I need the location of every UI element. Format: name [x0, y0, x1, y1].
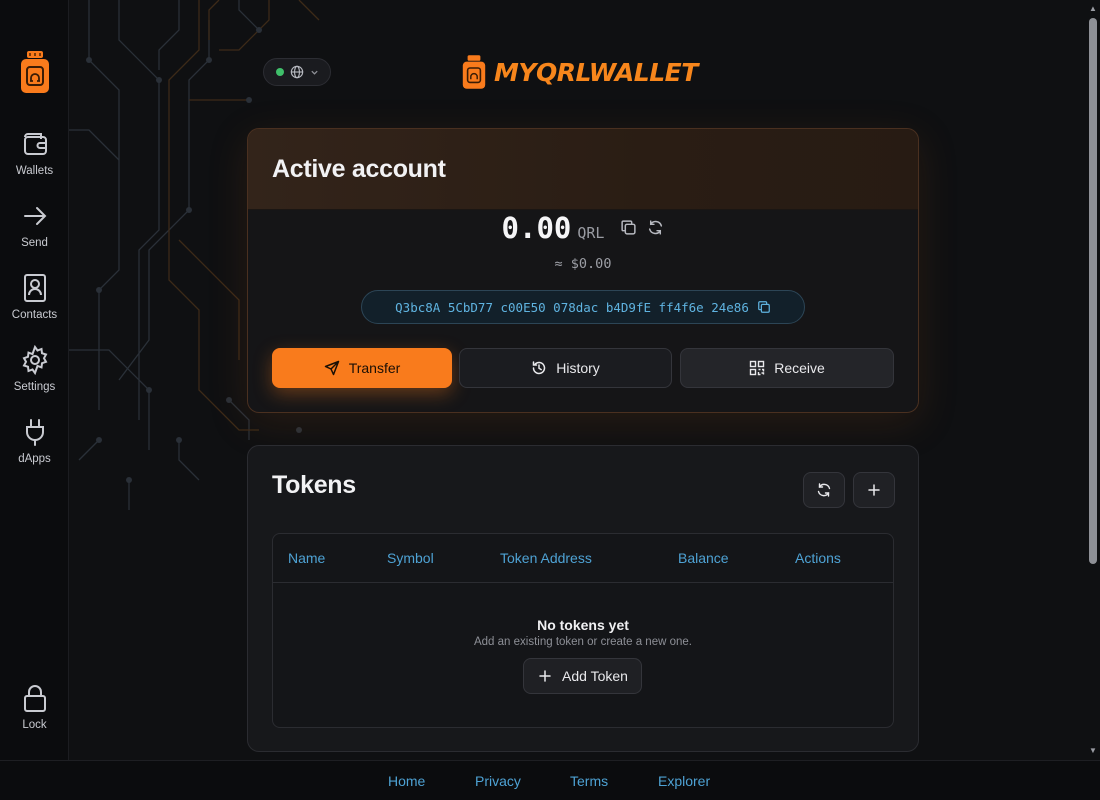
scroll-down-arrow-icon[interactable]: ▼ — [1088, 746, 1098, 756]
footer-link-explorer[interactable]: Explorer — [658, 773, 710, 789]
lock-icon — [23, 685, 46, 712]
history-button[interactable]: History — [459, 348, 672, 388]
scrollbar-thumb[interactable] — [1089, 18, 1097, 564]
column-header-name[interactable]: Name — [288, 550, 325, 566]
empty-state-title: No tokens yet — [537, 617, 629, 633]
balance-row: 0.00 QRL — [248, 211, 918, 245]
network-selector[interactable] — [263, 58, 331, 86]
tokens-table: Name Symbol Token Address Balance Action… — [272, 533, 894, 728]
network-status-indicator — [275, 68, 284, 76]
transfer-button[interactable]: Transfer — [272, 348, 452, 388]
receive-label: Receive — [774, 360, 825, 376]
empty-state-subtitle: Add an existing token or create a new on… — [473, 636, 692, 648]
balance-unit: QRL — [577, 224, 605, 242]
wallet-icon — [23, 133, 47, 155]
footer: Home Privacy Terms Explorer — [0, 760, 1100, 800]
sidebar-item-dapps[interactable]: dApps — [0, 417, 69, 465]
copy-icon[interactable] — [757, 300, 771, 314]
scroll-up-arrow-icon[interactable]: ▲ — [1088, 4, 1098, 14]
column-header-token-address[interactable]: Token Address — [500, 550, 592, 566]
circuit-lines-gray — [69, 0, 260, 510]
sidebar-item-label: Settings — [13, 381, 56, 393]
sidebar: Wallets Send Contacts Settings dApps Loc… — [0, 0, 69, 760]
sidebar-item-wallets[interactable]: Wallets — [0, 129, 69, 177]
sidebar-item-label: Send — [21, 237, 48, 249]
chevron-down-icon — [310, 70, 318, 75]
sidebar-item-send[interactable]: Send — [0, 201, 69, 249]
history-icon — [532, 361, 546, 375]
sidebar-item-label: Contacts — [11, 309, 58, 321]
wallet-logo-icon — [462, 55, 486, 89]
contact-book-icon — [23, 274, 46, 302]
column-header-symbol[interactable]: Symbol — [387, 550, 434, 566]
address-text: Q3bc8A 5CbD77 c00E50 078dac b4D9fE ff4f6… — [395, 299, 749, 315]
table-divider — [273, 582, 893, 583]
sidebar-item-label: Wallets — [15, 165, 54, 177]
arrow-right-icon — [23, 207, 46, 225]
history-label: History — [556, 360, 600, 376]
active-account-card: Active account 0.00 QRL ≈ $0.00 Q3bc8A 5… — [247, 128, 919, 413]
fiat-value: ≈ $0.00 — [554, 256, 612, 272]
add-token-icon-button[interactable] — [853, 472, 895, 508]
footer-link-home[interactable]: Home — [388, 773, 425, 789]
refresh-icon — [817, 483, 831, 497]
wallet-logo-icon[interactable] — [20, 50, 50, 94]
transfer-label: Transfer — [348, 360, 401, 376]
account-address[interactable]: Q3bc8A 5CbD77 c00E50 078dac b4D9fE ff4f6… — [361, 290, 805, 324]
add-token-label: Add Token — [562, 668, 628, 684]
plus-icon — [868, 484, 880, 496]
sidebar-item-lock[interactable]: Lock — [0, 683, 69, 731]
column-header-balance[interactable]: Balance — [678, 550, 729, 566]
plus-icon — [539, 670, 551, 682]
qr-code-icon — [750, 360, 765, 376]
gear-icon — [22, 345, 47, 375]
plug-icon — [25, 419, 44, 446]
card-title: Active account — [272, 155, 446, 183]
footer-link-privacy[interactable]: Privacy — [475, 773, 521, 789]
column-header-actions[interactable]: Actions — [795, 550, 841, 566]
refresh-tokens-button[interactable] — [803, 472, 845, 508]
sidebar-item-settings[interactable]: Settings — [0, 345, 69, 393]
sidebar-item-label: Lock — [22, 719, 47, 731]
globe-icon — [290, 65, 303, 79]
footer-link-terms[interactable]: Terms — [570, 773, 608, 789]
add-token-button[interactable]: Add Token — [523, 658, 642, 694]
balance-amount: 0.00 — [501, 211, 572, 245]
send-icon — [324, 360, 339, 376]
brand-name: MYQRLWALLET — [494, 57, 698, 87]
tokens-title: Tokens — [272, 471, 356, 499]
sidebar-item-label: dApps — [18, 453, 51, 465]
refresh-icon[interactable] — [647, 219, 664, 236]
tokens-card: Tokens Name Symbol Token Address Balance… — [247, 445, 919, 752]
receive-button[interactable]: Receive — [680, 348, 894, 388]
brand-header: MYQRLWALLET — [462, 54, 698, 90]
sidebar-item-contacts[interactable]: Contacts — [0, 273, 69, 321]
copy-icon[interactable] — [620, 219, 637, 236]
